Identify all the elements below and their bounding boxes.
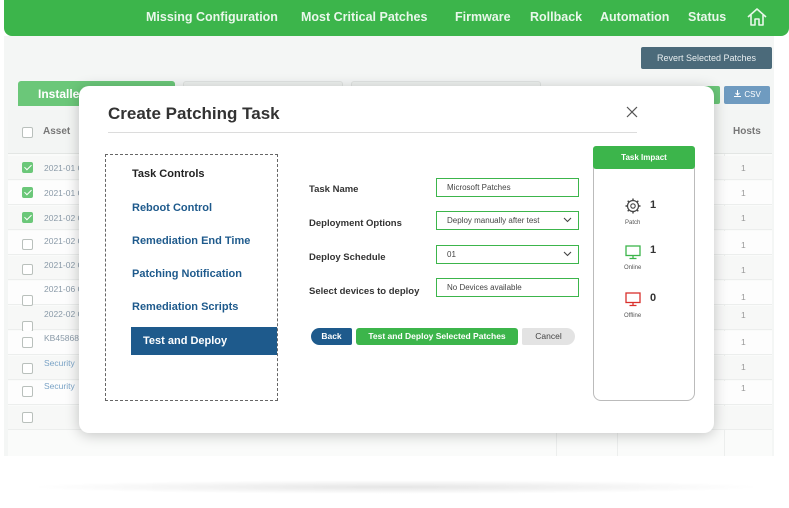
deployment-options-select[interactable]: Deploy manually after test <box>436 211 579 230</box>
asset-cell: 2021-02 C <box>44 260 84 270</box>
hosts-cell: 1 <box>741 337 746 347</box>
chevron-down-icon <box>563 251 572 257</box>
row-checkbox[interactable] <box>22 264 33 275</box>
task-impact-header: Task Impact <box>593 146 695 169</box>
nav-missing-configuration[interactable]: Missing Configuration <box>146 10 278 24</box>
row-checkbox[interactable] <box>22 239 33 250</box>
asset-column-header: Asset <box>43 126 71 137</box>
nav-most-critical-patches[interactable]: Most Critical Patches <box>301 10 427 24</box>
online-label: Online <box>624 265 642 271</box>
deployment-options-value: Deploy manually after test <box>447 216 540 225</box>
nav-status[interactable]: Status <box>688 10 726 24</box>
step-task-controls[interactable]: Task Controls <box>132 168 205 180</box>
back-button[interactable]: Back <box>311 328 352 345</box>
page: Missing Configuration Most Critical Patc… <box>0 0 789 508</box>
nav-rollback[interactable]: Rollback <box>530 10 582 24</box>
hosts-cell: 1 <box>741 383 746 393</box>
deploy-schedule-select[interactable]: 01 <box>436 245 579 264</box>
row-checkbox[interactable] <box>22 412 33 423</box>
task-impact-card <box>593 160 695 401</box>
task-name-label: Task Name <box>309 184 359 195</box>
asset-cell[interactable]: Security <box>44 358 75 368</box>
hosts-cell: 1 <box>741 310 746 320</box>
row-checkbox[interactable] <box>22 295 33 306</box>
patch-count: 1 <box>650 199 657 211</box>
online-monitor-icon <box>625 245 641 260</box>
asset-cell: KB45868 <box>44 333 79 343</box>
modal-title: Create Patching Task <box>108 104 280 123</box>
row-checkbox[interactable] <box>22 162 33 173</box>
steps-panel: Task Controls Reboot Control Remediation… <box>105 154 278 401</box>
select-all-checkbox[interactable] <box>22 127 33 138</box>
deploy-schedule-label: Deploy Schedule <box>309 252 386 263</box>
row-checkbox[interactable] <box>22 212 33 223</box>
title-divider <box>108 132 637 133</box>
step-test-and-deploy[interactable]: Test and Deploy <box>131 327 277 355</box>
download-icon <box>734 90 742 97</box>
hosts-column-header: Hosts <box>733 126 761 137</box>
offline-label: Offline <box>624 313 642 319</box>
row-checkbox[interactable] <box>22 386 33 397</box>
step-patching-notification[interactable]: Patching Notification <box>132 268 242 280</box>
select-devices-input[interactable]: No Devices available <box>436 278 579 297</box>
offline-count: 0 <box>650 292 657 304</box>
close-icon[interactable] <box>623 103 641 121</box>
row-checkbox[interactable] <box>22 363 33 374</box>
home-icon[interactable] <box>746 7 768 27</box>
asset-cell: 2021-02 C <box>44 213 84 223</box>
test-and-deploy-button[interactable]: Test and Deploy Selected Patches <box>356 328 518 345</box>
hosts-cell: 1 <box>741 213 746 223</box>
csv-export-button[interactable]: CSV <box>724 86 770 104</box>
asset-cell: 2022-02 C <box>44 309 84 319</box>
asset-cell: 2021-02 C <box>44 236 84 246</box>
hosts-cell: 1 <box>741 163 746 173</box>
hosts-cell: 1 <box>741 240 746 250</box>
nav-automation[interactable]: Automation <box>600 10 669 24</box>
nav-firmware[interactable]: Firmware <box>455 10 511 24</box>
task-name-input[interactable]: Microsoft Patches <box>436 178 579 197</box>
asset-cell: 2021-01 C <box>44 163 84 173</box>
row-checkbox[interactable] <box>22 187 33 198</box>
hosts-cell: 1 <box>741 362 746 372</box>
patch-label: Patch <box>625 220 641 226</box>
deployment-options-label: Deployment Options <box>309 218 402 229</box>
step-remediation-end-time[interactable]: Remediation End Time <box>132 235 250 247</box>
asset-cell[interactable]: Security <box>44 381 75 391</box>
chevron-down-icon <box>563 217 572 223</box>
hosts-cell: 1 <box>741 265 746 275</box>
online-count: 1 <box>650 244 657 256</box>
csv-label: CSV <box>744 90 761 99</box>
hosts-cell: 1 <box>741 188 746 198</box>
select-devices-label: Select devices to deploy <box>309 286 420 297</box>
cancel-button[interactable]: Cancel <box>522 328 575 345</box>
asset-cell: 2021-06 C <box>44 284 84 294</box>
asset-cell: 2021-01 C <box>44 188 84 198</box>
select-devices-value: No Devices available <box>447 283 522 292</box>
offline-monitor-icon <box>625 292 641 307</box>
gear-icon <box>625 198 641 214</box>
row-checkbox[interactable] <box>22 337 33 348</box>
revert-selected-patches-button[interactable]: Revert Selected Patches <box>641 47 772 69</box>
page-shadow <box>26 480 766 494</box>
create-patching-task-modal: Create Patching Task Task Controls Reboo… <box>79 86 714 433</box>
step-reboot-control[interactable]: Reboot Control <box>132 202 212 214</box>
hosts-cell: 1 <box>741 292 746 302</box>
deploy-schedule-value: 01 <box>447 250 456 259</box>
top-nav: Missing Configuration Most Critical Patc… <box>4 0 789 36</box>
step-remediation-scripts[interactable]: Remediation Scripts <box>132 301 238 313</box>
task-name-value: Microsoft Patches <box>447 183 511 192</box>
